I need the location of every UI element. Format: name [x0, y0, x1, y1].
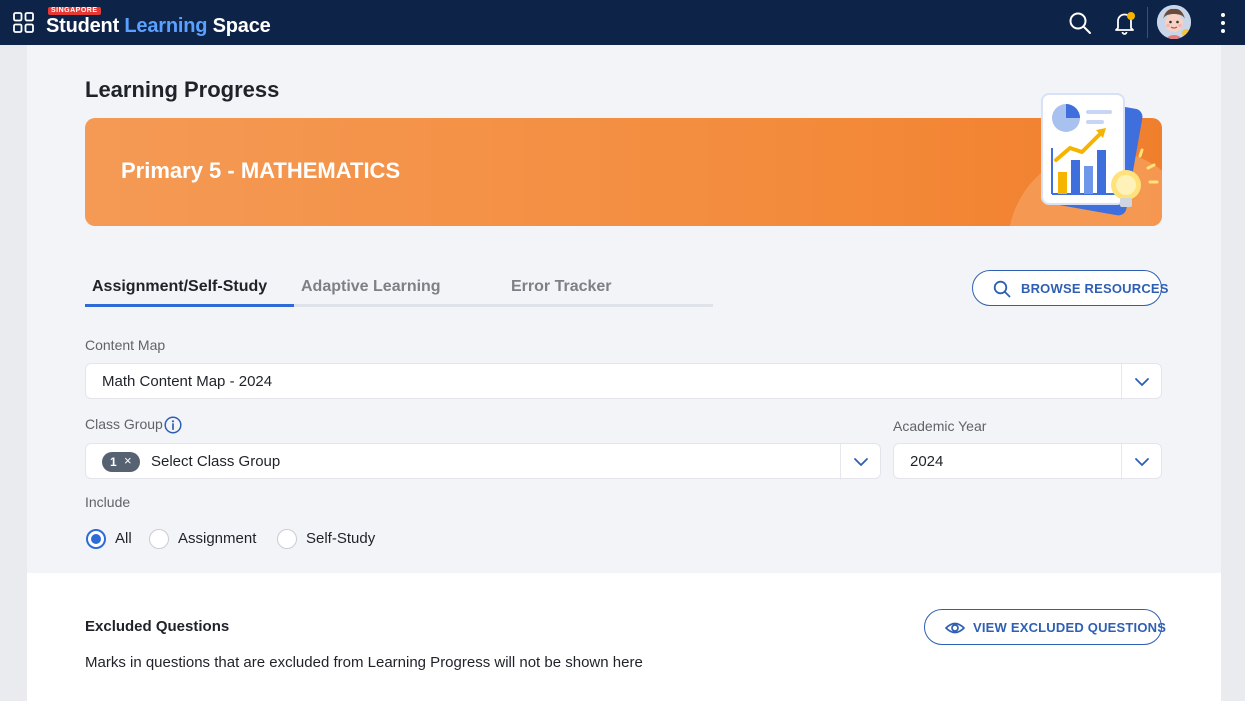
subject-title: Primary 5 - MATHEMATICS [121, 158, 401, 183]
chevron-down-icon [1121, 364, 1161, 400]
subject-banner: Primary 5 - MATHEMATICS [85, 118, 1162, 226]
radio-button[interactable] [149, 529, 169, 549]
logo-badge: SINGAPORE [48, 7, 101, 15]
academic-year-select[interactable]: 2024 [893, 443, 1162, 480]
tab-error-tracker[interactable]: Error Tracker [511, 278, 612, 296]
tab-assignment-self-study[interactable]: Assignment/Self-Study [92, 278, 267, 296]
close-icon[interactable]: × [124, 453, 132, 468]
class-group-placeholder: Select Class Group [151, 453, 281, 470]
more-vertical-icon[interactable] [1213, 11, 1233, 35]
chevron-down-icon [840, 444, 880, 480]
excluded-questions-description: Marks in questions that are excluded fro… [85, 654, 643, 671]
tab-adaptive-learning[interactable]: Adaptive Learning [301, 278, 441, 296]
radio-button[interactable] [86, 529, 106, 549]
logo-text: Student Learning Space [46, 15, 271, 37]
eye-icon [945, 619, 965, 637]
radio-label: All [115, 530, 132, 547]
content-map-select[interactable]: Math Content Map - 2024 [85, 363, 1162, 400]
active-tab-indicator [85, 304, 294, 307]
radio-label: Self-Study [306, 530, 376, 547]
selected-count-chip[interactable]: 1 × [102, 452, 140, 472]
top-navigation-bar: SINGAPORE Student Learning Space [0, 0, 1245, 45]
view-excluded-questions-label: VIEW EXCLUDED QUESTIONS [973, 620, 1167, 635]
progress-tabs: Assignment/Self-Study Adaptive Learning … [85, 270, 713, 308]
chevron-down-icon [1121, 444, 1161, 480]
radio-label: Assignment [178, 530, 257, 547]
user-avatar[interactable] [1157, 5, 1191, 39]
content-map-value: Math Content Map - 2024 [102, 373, 273, 390]
radio-button[interactable] [277, 529, 297, 549]
search-icon[interactable] [1068, 11, 1092, 35]
excluded-questions-title: Excluded Questions [85, 618, 230, 635]
page-title: Learning Progress [85, 77, 280, 102]
class-group-label: Class Group [85, 416, 163, 432]
academic-year-label: Academic Year [893, 418, 987, 434]
class-group-select[interactable]: 1 × Select Class Group [85, 443, 881, 480]
topbar-divider [1147, 7, 1148, 38]
info-icon[interactable] [164, 416, 182, 434]
apps-grid-icon[interactable] [13, 12, 34, 33]
content-map-label: Content Map [85, 337, 166, 353]
browse-resources-label: BROWSE RESOURCES [1021, 281, 1169, 296]
academic-year-value: 2024 [910, 453, 944, 470]
browse-resources-button[interactable]: BROWSE RESOURCES [972, 270, 1168, 306]
search-icon [993, 280, 1011, 298]
bell-icon[interactable] [1112, 10, 1138, 36]
view-excluded-questions-button[interactable]: VIEW EXCLUDED QUESTIONS [924, 609, 1166, 645]
chip-count: 1 [110, 455, 117, 469]
report-chart-illustration [1030, 88, 1165, 218]
include-label: Include [85, 494, 131, 510]
